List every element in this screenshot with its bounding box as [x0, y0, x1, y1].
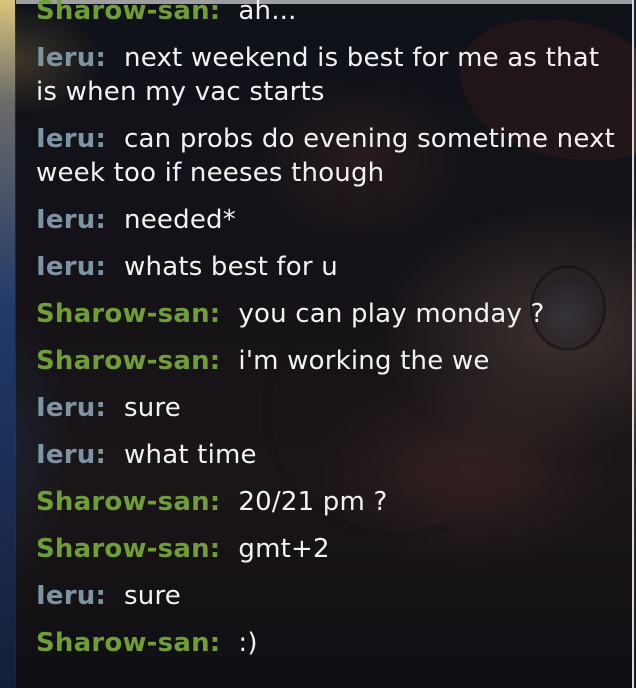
message-text: sure	[124, 393, 181, 423]
chat-message: Ieru: what time	[36, 438, 616, 472]
chat-message: Ieru: needed*	[36, 203, 616, 237]
message-text: ah...	[238, 0, 297, 26]
message-sender[interactable]: Ieru:	[36, 393, 106, 423]
message-sender[interactable]: Sharow-san:	[36, 0, 220, 26]
chat-message: Ieru: sure	[36, 391, 616, 425]
message-text: you can play monday ?	[238, 299, 545, 329]
wallpaper-left-strip	[0, 0, 15, 688]
chat-message: Sharow-san: 20/21 pm ?	[36, 485, 616, 519]
chat-message: Ieru: whats best for u	[36, 250, 616, 284]
message-text: next weekend is best for me as that is w…	[36, 43, 600, 107]
chat-message: Ieru: sure	[36, 579, 616, 613]
message-sender[interactable]: Ieru:	[36, 252, 106, 282]
chat-log-panel[interactable]: Sharow-san: ah... Ieru: next weekend is be…	[15, 0, 634, 688]
message-sender[interactable]: Sharow-san:	[36, 628, 220, 658]
message-text: can probs do evening sometime next week …	[36, 124, 616, 188]
message-text: needed*	[124, 205, 236, 235]
chat-message: Sharow-san: ah...	[36, 0, 616, 28]
chat-message: Sharow-san: you can play monday ?	[36, 297, 616, 331]
message-sender[interactable]: Sharow-san:	[36, 487, 220, 517]
message-sender[interactable]: Ieru:	[36, 43, 106, 73]
chat-message: Ieru: next weekend is best for me as that…	[36, 41, 616, 109]
chat-message: Sharow-san: gmt+2	[36, 532, 616, 566]
message-text: gmt+2	[238, 534, 330, 564]
message-sender[interactable]: Sharow-san:	[36, 534, 220, 564]
message-sender[interactable]: Ieru:	[36, 581, 106, 611]
chat-message: Sharow-san::)	[36, 626, 616, 660]
chat-message: Sharow-san: i'm working the we	[36, 344, 616, 378]
chat-message: Ieru: can probs do evening sometime next …	[36, 122, 616, 190]
message-sender[interactable]: Ieru:	[36, 205, 106, 235]
chat-window: Sharow-san: ah... Ieru: next weekend is be…	[0, 0, 636, 688]
message-text: 20/21 pm ?	[238, 487, 388, 517]
message-sender[interactable]: Ieru:	[36, 440, 106, 470]
message-text: what time	[124, 440, 257, 470]
message-sender[interactable]: Sharow-san:	[36, 299, 220, 329]
message-sender[interactable]: Sharow-san:	[36, 346, 220, 376]
message-text: whats best for u	[124, 252, 338, 282]
message-sender[interactable]: Ieru:	[36, 124, 106, 154]
message-text: sure	[124, 581, 181, 611]
message-text: i'm working the we	[238, 346, 490, 376]
message-list: Sharow-san: ah... Ieru: next weekend is be…	[36, 0, 616, 673]
message-text: :)	[238, 628, 258, 658]
